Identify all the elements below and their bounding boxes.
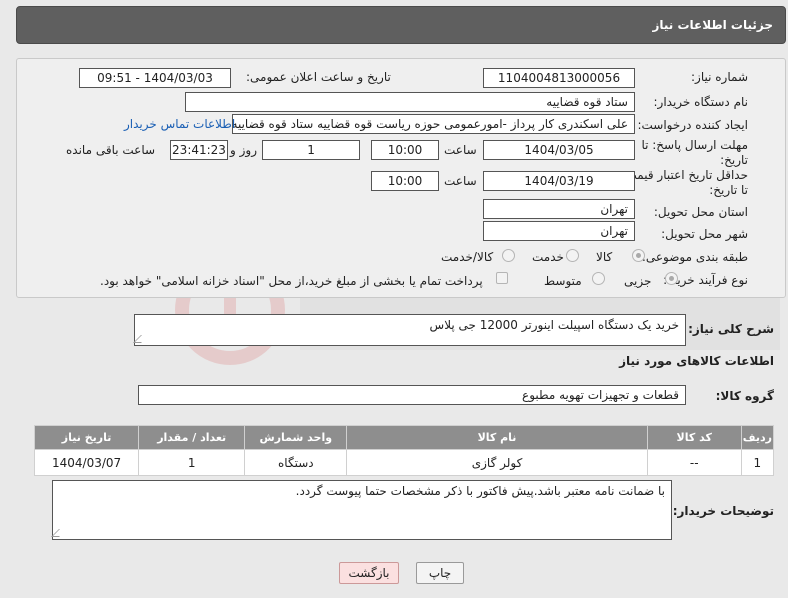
subject-category-label: طبقه بندی موضوعی:	[641, 250, 748, 264]
announce-datetime-label: تاریخ و ساعت اعلان عمومی:	[246, 70, 391, 84]
cell-code: --	[646, 449, 742, 476]
category-goods-radio[interactable]	[632, 249, 645, 262]
category-goods-service-radio[interactable]	[502, 249, 515, 262]
need-description-field[interactable]: خرید یک دستگاه اسپیلت اینورتر 12000 جی پ…	[133, 314, 686, 346]
delivery-city-label: شهر محل تحویل:	[661, 227, 748, 241]
need-number-field[interactable]: 1104004813000056	[483, 68, 635, 88]
deadline-date-field[interactable]: 1404/03/05	[483, 140, 635, 160]
time-remaining-label: ساعت باقی مانده	[66, 143, 156, 157]
col-date: تاریخ نیاز	[33, 425, 140, 450]
buyer-notes-text: با ضمانت نامه معتبر باشد.پیش فاکتور با ذ…	[295, 484, 665, 498]
category-goods-label: کالا	[596, 250, 613, 264]
delivery-province-label: استان محل تحویل:	[653, 205, 748, 219]
announce-datetime-field[interactable]: 1404/03/03 - 09:51	[79, 68, 231, 88]
buyer-notes-field[interactable]: با ضمانت نامه معتبر باشد.پیش فاکتور با ذ…	[51, 480, 672, 540]
need-description-label: شرح کلی نیاز:	[688, 322, 774, 336]
request-creator-field[interactable]: علی اسکندری کار پرداز -امورعمومی حوزه ری…	[232, 114, 635, 134]
deadline-time-label: ساعت	[444, 143, 477, 157]
buyer-org-label: نام دستگاه خریدار:	[653, 95, 749, 109]
need-description-text: خرید یک دستگاه اسپیلت اینورتر 12000 جی پ…	[429, 318, 679, 332]
cell-unit: دستگاه	[244, 449, 348, 476]
category-goods-service-label: کالا/خدمت	[441, 250, 494, 264]
items-table: ردیف کد کالا نام کالا واحد شمارش تعداد /…	[33, 425, 775, 476]
cell-name: کولر گازی	[346, 449, 648, 476]
price-validity-date-label: تا تاریخ:	[709, 183, 748, 197]
table-row[interactable]: 1 -- کولر گازی دستگاه 1 1404/03/07	[33, 449, 775, 476]
category-service-radio[interactable]	[566, 249, 579, 262]
request-creator-label: ایجاد کننده درخواست:	[637, 118, 748, 132]
resize-grip-icon[interactable]	[133, 335, 149, 343]
col-row: ردیف	[740, 425, 775, 450]
need-number-label: شماره نیاز:	[691, 70, 748, 84]
col-qty: تعداد / مقدار	[138, 425, 246, 450]
cell-date: 1404/03/07	[33, 449, 140, 476]
items-table-header: ردیف کد کالا نام کالا واحد شمارش تعداد /…	[33, 425, 775, 450]
goods-group-field[interactable]: قطعات و تجهیزات تهویه مطبوع	[138, 385, 686, 405]
goods-group-label: گروه کالا:	[715, 389, 774, 403]
time-remaining-field[interactable]: 23:41:23	[170, 140, 228, 160]
col-name: نام کالا	[346, 425, 648, 450]
page-title: جزئیات اطلاعات نیاز	[652, 18, 773, 32]
back-button[interactable]: بازگشت	[339, 562, 399, 584]
price-validity-time-field[interactable]: 10:00	[371, 171, 439, 191]
cell-row: 1	[740, 449, 775, 476]
price-validity-time-label: ساعت	[444, 174, 477, 188]
delivery-city-field[interactable]: تهران	[483, 221, 635, 241]
resize-grip-icon[interactable]	[51, 529, 67, 537]
treasury-payment-note: پرداخت تمام یا بخشی از مبلغ خرید،از محل …	[100, 274, 483, 288]
days-remaining-field[interactable]: 1	[262, 140, 360, 160]
col-unit: واحد شمارش	[244, 425, 348, 450]
print-button[interactable]: چاپ	[416, 562, 464, 584]
buyer-contact-link[interactable]: اطلاعات تماس خریدار	[124, 117, 235, 131]
process-minor-label: جزیی	[624, 274, 652, 288]
category-service-label: خدمت	[532, 250, 564, 264]
col-code: کد کالا	[646, 425, 742, 450]
days-label: روز و	[230, 143, 257, 157]
buyer-notes-label: توضیحات خریدار:	[672, 504, 774, 518]
delivery-province-field[interactable]: تهران	[483, 199, 635, 219]
process-medium-label: متوسط	[544, 274, 582, 288]
cell-qty: 1	[138, 449, 246, 476]
page-title-bar: جزئیات اطلاعات نیاز	[16, 6, 786, 44]
buyer-org-field[interactable]: ستاد قوه قضاییه	[185, 92, 635, 112]
goods-section-title: اطلاعات کالاهای مورد نیاز	[619, 354, 774, 368]
process-minor-radio[interactable]	[665, 272, 678, 285]
deadline-date-label: تاریخ:	[720, 153, 748, 167]
deadline-label: مهلت ارسال پاسخ: تا	[641, 138, 748, 152]
price-validity-date-field[interactable]: 1404/03/19	[483, 171, 635, 191]
deadline-time-field[interactable]: 10:00	[371, 140, 439, 160]
process-medium-radio[interactable]	[592, 272, 605, 285]
treasury-payment-checkbox[interactable]	[496, 272, 508, 284]
price-validity-label: حداقل تاریخ اعتبار قیمت:	[621, 168, 748, 182]
items-table-wrapper: ردیف کد کالا نام کالا واحد شمارش تعداد /…	[33, 425, 775, 476]
